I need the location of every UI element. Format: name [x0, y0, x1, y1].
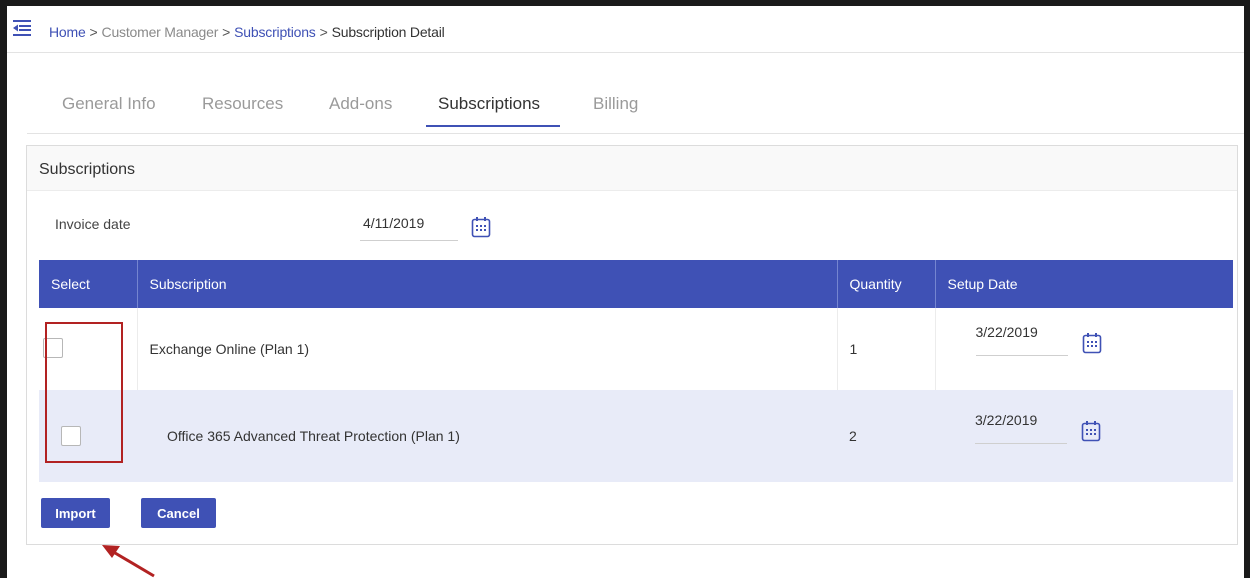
table-row: Exchange Online (Plan 1) 1 3/22/2019: [39, 308, 1233, 390]
subscriptions-table: Select Subscription Quantity Setup Date …: [39, 260, 1233, 482]
menu-collapse-icon[interactable]: [13, 20, 31, 36]
arrow-icon: [102, 545, 155, 578]
breadcrumb: Home > Customer Manager > Subscriptions > Subs…: [49, 24, 445, 40]
breadcrumb-home[interactable]: Home: [49, 24, 86, 40]
breadcrumb-separator: >: [222, 24, 231, 40]
table-row: Office 365 Advanced Threat Protection (P…: [39, 390, 1233, 482]
invoice-date-label: Invoice date: [55, 216, 131, 232]
breadcrumb-customer-manager[interactable]: Customer Manager: [102, 24, 219, 40]
subscription-cell: Exchange Online (Plan 1): [137, 308, 838, 390]
subscriptions-card: Subscriptions Invoice date 4/11/2019 Sel…: [26, 145, 1238, 545]
calendar-icon[interactable]: [1081, 420, 1101, 442]
breadcrumb-separator: >: [319, 24, 328, 40]
setup-date-field[interactable]: 3/22/2019: [975, 324, 1068, 356]
card-title: Subscriptions: [39, 161, 136, 178]
card-header: Subscriptions: [27, 146, 1237, 191]
quantity-cell: 2: [837, 390, 935, 482]
setup-date-cell: 3/22/2019: [935, 308, 1233, 390]
tab-general-info[interactable]: General Info: [62, 94, 156, 114]
breadcrumb-separator: >: [89, 24, 98, 40]
setup-date-field[interactable]: 3/22/2019: [975, 412, 1067, 444]
row-select-checkbox[interactable]: [43, 338, 63, 358]
invoice-date-field[interactable]: 4/11/2019: [360, 203, 458, 241]
active-tab-indicator: [426, 125, 560, 127]
select-cell: [39, 390, 137, 482]
column-header-quantity: Quantity: [837, 260, 936, 308]
cancel-button[interactable]: Cancel: [141, 498, 216, 528]
breadcrumb-current: Subscription Detail: [331, 24, 445, 40]
tab-billing[interactable]: Billing: [593, 94, 638, 114]
import-button[interactable]: Import: [41, 498, 110, 528]
tab-bar: General Info Resources Add-ons Subscript…: [27, 66, 1244, 134]
breadcrumb-subscriptions[interactable]: Subscriptions: [234, 24, 316, 40]
tab-subscriptions[interactable]: Subscriptions: [438, 94, 540, 114]
row-select-checkbox[interactable]: [61, 426, 81, 446]
column-header-setup-date: Setup Date: [935, 260, 1233, 308]
tab-add-ons[interactable]: Add-ons: [329, 94, 392, 114]
setup-date-cell: 3/22/2019: [935, 390, 1233, 482]
table-header-row: Select Subscription Quantity Setup Date: [39, 260, 1233, 308]
calendar-icon[interactable]: [471, 216, 491, 238]
calendar-icon[interactable]: [1082, 332, 1102, 354]
tab-resources[interactable]: Resources: [202, 94, 283, 114]
column-header-select: Select: [39, 260, 138, 308]
select-cell: [39, 308, 138, 390]
top-bar: Home > Customer Manager > Subscriptions > Subs…: [7, 6, 1244, 53]
column-header-subscription: Subscription: [137, 260, 838, 308]
subscription-cell: Office 365 Advanced Threat Protection (P…: [137, 390, 837, 482]
quantity-cell: 1: [837, 308, 936, 390]
